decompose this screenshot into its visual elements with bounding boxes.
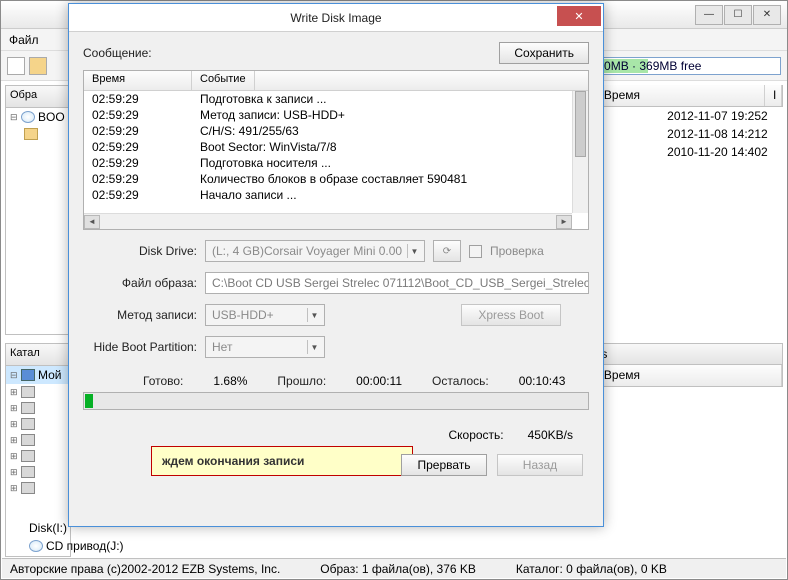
chevron-down-icon: ▼ — [307, 340, 321, 354]
log-row[interactable]: 02:59:29Начало записи ... — [84, 187, 588, 203]
speed-value: 450KB/s — [528, 428, 573, 442]
tree-item-boot[interactable]: ⊟ BOO — [6, 108, 70, 126]
cd-icon — [29, 540, 43, 552]
drive-icon — [21, 434, 35, 446]
copyright: Авторские права (c)2002-2012 EZB Systems… — [10, 562, 280, 576]
drive-icon — [21, 418, 35, 430]
elapsed-value: 00:00:11 — [356, 374, 402, 388]
drive-icon — [21, 450, 35, 462]
tree-item-drive[interactable]: ⊞ — [6, 432, 70, 448]
dialog-close-button[interactable]: ✕ — [557, 6, 601, 26]
tree-item-computer[interactable]: ⊟ Мой — [6, 366, 70, 384]
scroll-left-button[interactable]: ◄ — [84, 215, 100, 229]
log-row[interactable]: 02:59:29Подготовка носителя ... — [84, 155, 588, 171]
statusbar: Авторские права (c)2002-2012 EZB Systems… — [2, 558, 786, 578]
log-row[interactable]: 02:59:29C/H/S: 491/255/63 — [84, 123, 588, 139]
tree-item-drive[interactable]: ⊞ — [6, 416, 70, 432]
scroll-right-button[interactable]: ► — [556, 215, 572, 229]
menu-file[interactable]: Файл — [9, 33, 39, 47]
progress-bar — [83, 392, 589, 410]
ready-label: Готово: — [143, 374, 183, 388]
disc-icon — [21, 111, 35, 123]
maximize-button[interactable]: ☐ — [724, 5, 752, 25]
remain-value: 00:10:43 — [519, 374, 566, 388]
folder-icon — [24, 128, 38, 140]
image-file-label: Файл образа: — [83, 276, 197, 290]
image-tab[interactable]: Обра — [6, 86, 70, 108]
tree-item-folder[interactable] — [6, 126, 70, 142]
xpress-boot-button[interactable]: Xpress Boot — [461, 304, 561, 326]
image-tree-pane: Обра ⊟ BOO — [5, 85, 71, 335]
verify-checkbox[interactable] — [469, 245, 482, 258]
tree-item-drive[interactable]: ⊞ — [6, 480, 70, 496]
scroll-thumb[interactable] — [575, 91, 586, 157]
computer-icon — [21, 369, 35, 381]
catalog-tab[interactable]: Катал — [6, 344, 70, 366]
tree-item-drive[interactable]: ⊞ — [6, 400, 70, 416]
verify-label: Проверка — [490, 244, 544, 258]
save-button[interactable]: Сохранить — [499, 42, 589, 64]
hide-boot-combo[interactable]: Нет▼ — [205, 336, 325, 358]
scrollbar-horizontal[interactable]: ◄ ► — [84, 213, 572, 229]
ready-value: 1.68% — [213, 374, 247, 388]
write-disk-image-dialog: Write Disk Image ✕ Сообщение: Сохранить … — [68, 3, 604, 527]
disk-drive-combo[interactable]: (L:, 4 GB)Corsair Voyager Mini 0.00▼ — [205, 240, 425, 262]
scrollbar-vertical[interactable] — [572, 91, 588, 213]
dialog-titlebar[interactable]: Write Disk Image ✕ — [69, 4, 603, 32]
drive-icon — [21, 402, 35, 414]
image-file-field[interactable]: C:\Boot CD USB Sergei Strelec 071112\Boo… — [205, 272, 589, 294]
status-catalog: Каталог: 0 файла(ов), 0 KB — [516, 562, 667, 576]
refresh-icon: ⟳ — [443, 246, 451, 257]
abort-button[interactable]: Прервать — [401, 454, 487, 476]
log-row[interactable]: 02:59:29Количество блоков в образе соста… — [84, 171, 588, 187]
back-button[interactable]: Назад — [497, 454, 583, 476]
dialog-title: Write Disk Image — [69, 11, 603, 25]
drive-icon — [21, 386, 35, 398]
drive-icon — [21, 482, 35, 494]
message-label: Сообщение: — [83, 46, 152, 60]
chevron-down-icon: ▼ — [307, 308, 321, 322]
open-folder-icon[interactable] — [29, 57, 47, 75]
speed-label: Скорость: — [448, 428, 503, 442]
log-row[interactable]: 02:59:29Подготовка к записи ... — [84, 91, 588, 107]
elapsed-label: Прошло: — [277, 374, 326, 388]
col-event[interactable]: Событие — [192, 71, 255, 90]
col-time[interactable]: Время — [84, 71, 192, 90]
remain-label: Осталось: — [432, 374, 489, 388]
drive-icon — [21, 466, 35, 478]
log-header: Время Событие — [84, 71, 588, 91]
log-row[interactable]: 02:59:29Boot Sector: WinVista/7/8 — [84, 139, 588, 155]
tree-item-drive[interactable]: ⊞ — [6, 464, 70, 480]
new-file-icon[interactable] — [7, 57, 25, 75]
tree-item-drive[interactable]: ⊞ — [6, 384, 70, 400]
write-method-label: Метод записи: — [83, 308, 197, 322]
minimize-button[interactable]: — — [695, 5, 723, 25]
tree-item-drive[interactable]: ⊞ — [6, 448, 70, 464]
log-list[interactable]: Время Событие 02:59:29Подготовка к запис… — [83, 70, 589, 230]
refresh-button[interactable]: ⟳ — [433, 240, 461, 262]
hide-boot-label: Hide Boot Partition: — [83, 340, 197, 354]
write-method-combo[interactable]: USB-HDD+▼ — [205, 304, 325, 326]
log-row[interactable]: 02:59:29Метод записи: USB-HDD+ — [84, 107, 588, 123]
annotation-note: ждем окончания записи — [151, 446, 413, 476]
disk-drive-label: Disk Drive: — [83, 244, 197, 258]
close-button[interactable]: ✕ — [753, 5, 781, 25]
tree-item-cd[interactable]: CD привод(J:) — [25, 537, 128, 555]
status-image: Образ: 1 файла(ов), 376 KB — [320, 562, 476, 576]
chevron-down-icon: ▼ — [407, 244, 421, 258]
